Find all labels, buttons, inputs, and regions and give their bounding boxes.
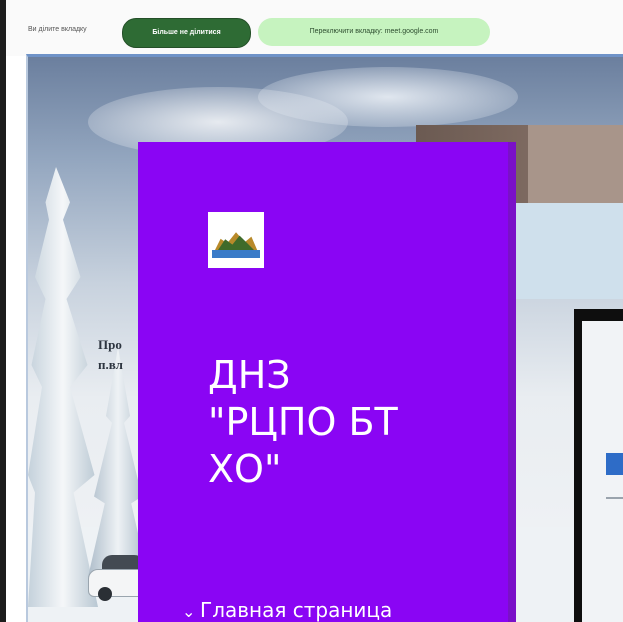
- logo-water-shape: [212, 250, 260, 258]
- stop-sharing-button[interactable]: Більше не ділитися: [122, 18, 251, 48]
- chevron-down-icon: ⌄: [182, 602, 196, 621]
- pamphlet-text-line: Про: [98, 337, 122, 352]
- screen-share-bar: Ви ділите вкладку Більше не ділитися Пер…: [6, 0, 623, 56]
- room-photo-light: [528, 125, 623, 203]
- cloud: [258, 67, 518, 127]
- car-wheel: [98, 587, 112, 601]
- nav-item-home[interactable]: ⌄ Главная страница: [182, 598, 392, 622]
- site-title[interactable]: ДНЗ "РЦПО БТ ХО": [208, 352, 468, 493]
- school-logo-icon[interactable]: [208, 212, 264, 268]
- pamphlet-text-line: п.вл: [98, 357, 123, 372]
- window-edge: [0, 0, 6, 622]
- screen: Ви ділите вкладку Більше не ділитися Пер…: [0, 0, 623, 622]
- site-menu-panel: ДНЗ "РЦПО БТ ХО" ⌄ Главная страница: [138, 142, 516, 622]
- pamphlet-text: Про п.вл: [98, 335, 123, 375]
- laptop-window-titlebar: [606, 453, 623, 475]
- laptop-text-line: [606, 497, 623, 499]
- switch-tab-button[interactable]: Переключити вкладку: meet.google.com: [258, 18, 490, 46]
- presenting-status-text: Ви ділите вкладку: [28, 26, 87, 33]
- pale-blue-panel: [516, 203, 623, 299]
- nav-item-label: Главная страница: [200, 598, 393, 622]
